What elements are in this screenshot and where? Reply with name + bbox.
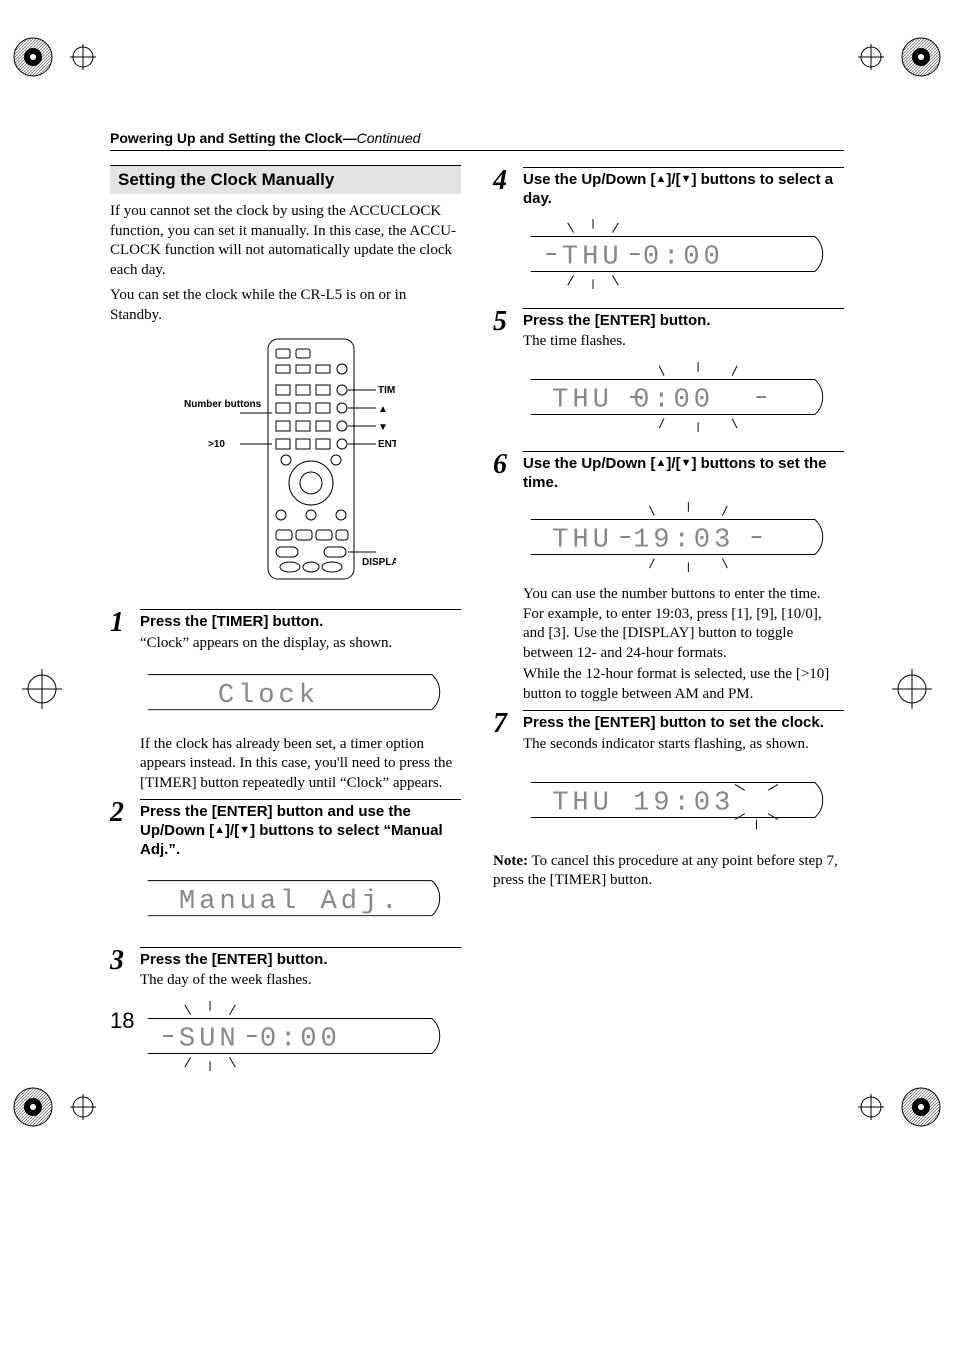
chapter-title: Powering Up and Setting the Clock— <box>110 130 357 146</box>
step-text: The day of the week flashes. <box>140 971 461 991</box>
step-number: 2 <box>110 799 134 941</box>
down-triangle-icon: ▼ <box>239 824 250 836</box>
down-triangle-icon: ▼ <box>681 173 692 185</box>
step-4: 4 Use the Up/Down [▲]/[▼] buttons to sel… <box>493 167 844 302</box>
step-heading: Press the [TIMER] button. <box>140 613 461 632</box>
page-number: 18 <box>110 1008 134 1034</box>
step-text: While the 12-hour format is selected, us… <box>523 665 844 704</box>
remote-label-enter: ENTER <box>378 439 396 450</box>
step-number: 4 <box>493 167 517 302</box>
up-triangle-icon: ▲ <box>214 824 225 836</box>
intro-paragraph: You can set the clock while the CR-L5 is… <box>110 286 461 325</box>
step-6: 6 Use the Up/Down [▲]/[▼] buttons to set… <box>493 451 844 705</box>
step-heading: Press the [ENTER] button. <box>523 312 844 331</box>
step-5: 5 Press the [ENTER] button. The time fla… <box>493 308 844 445</box>
remote-label-number: Number buttons <box>184 399 262 410</box>
remote-label-down: ▼ <box>378 422 388 433</box>
lcd-display: Clock <box>140 663 461 726</box>
lcd-display: THU 19:03 <box>523 765 844 840</box>
up-triangle-icon: ▲ <box>656 173 667 185</box>
svg-text:Manual Adj.: Manual Adj. <box>179 886 401 917</box>
step-7: 7 Press the [ENTER] button to set the cl… <box>493 710 844 847</box>
remote-label-display: DISPLAY <box>362 557 396 568</box>
intro-paragraph: If you cannot set the clock by using the… <box>110 202 461 280</box>
step-text: The seconds indicator starts flashing, a… <box>523 735 844 755</box>
continued-label: Continued <box>357 130 421 146</box>
step-text: “Clock” appears on the display, as shown… <box>140 634 461 654</box>
svg-text:THU 0:00: THU 0:00 <box>552 385 714 416</box>
step-2: 2 Press the [ENTER] button and use the U… <box>110 799 461 941</box>
lcd-display: Manual Adj. <box>140 869 461 932</box>
note-paragraph: Note: To cancel this procedure at any po… <box>493 852 844 891</box>
remote-label-timer: TIMER <box>378 385 396 396</box>
step-heading: Press the [ENTER] button and use the Up/… <box>140 803 461 859</box>
remote-diagram: Number buttons >10 TIMER ▲ ▼ ENTER <box>176 335 396 595</box>
step-1: 1 Press the [TIMER] button. “Clock” appe… <box>110 609 461 793</box>
up-triangle-icon: ▲ <box>656 457 667 469</box>
step-heading: Use the Up/Down [▲]/[▼] buttons to selec… <box>523 171 844 209</box>
note-label: Note: <box>493 853 528 869</box>
svg-text:SUN 0:00: SUN 0:00 <box>179 1024 341 1055</box>
lcd-display: THU 19:03 <box>523 502 844 577</box>
step-text: If the clock has already been set, a tim… <box>140 735 461 794</box>
step-text: You can use the number buttons to enter … <box>523 585 844 663</box>
remote-label-gt10: >10 <box>208 439 225 450</box>
step-heading: Press the [ENTER] button. <box>140 951 461 970</box>
lcd-display: THU 0:00 <box>523 219 844 294</box>
step-number: 5 <box>493 308 517 445</box>
step-number: 1 <box>110 609 134 793</box>
remote-label-up: ▲ <box>378 404 388 415</box>
lcd-display: THU 0:00 <box>523 362 844 437</box>
step-number: 6 <box>493 451 517 705</box>
svg-text:THU 19:03: THU 19:03 <box>552 525 734 556</box>
step-number: 7 <box>493 710 517 847</box>
step-heading: Use the Up/Down [▲]/[▼] buttons to set t… <box>523 455 844 493</box>
step-text: The time flashes. <box>523 332 844 352</box>
chapter-header: Powering Up and Setting the Clock—Contin… <box>110 130 844 151</box>
svg-text:THU 19:03: THU 19:03 <box>552 787 734 818</box>
note-text: To cancel this procedure at any point be… <box>493 853 838 889</box>
lcd-display: SUN 0:00 <box>140 1001 461 1076</box>
subsection-heading: Setting the Clock Manually <box>110 165 461 194</box>
svg-text:Clock: Clock <box>218 680 319 711</box>
step-3: 3 Press the [ENTER] button. The day of t… <box>110 947 461 1084</box>
step-heading: Press the [ENTER] button to set the cloc… <box>523 714 844 733</box>
down-triangle-icon: ▼ <box>681 457 692 469</box>
svg-text:THU 0:00: THU 0:00 <box>562 241 724 272</box>
